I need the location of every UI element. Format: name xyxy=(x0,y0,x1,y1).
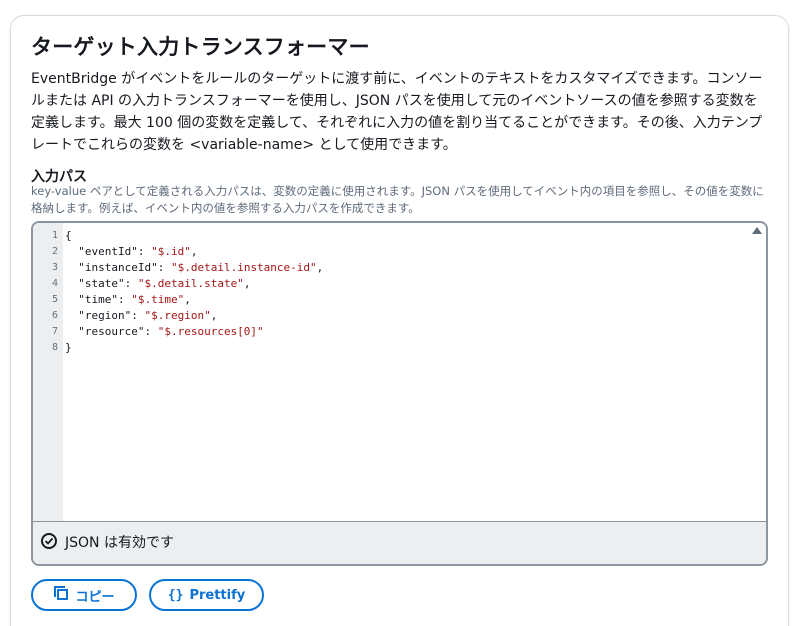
scroll-up-icon[interactable] xyxy=(752,227,762,234)
braces-icon: {} xyxy=(167,587,184,603)
line-number: 8 xyxy=(51,342,58,353)
prettify-button[interactable]: {} Prettify xyxy=(149,579,264,611)
copy-button-label: コピー xyxy=(75,589,115,605)
input-path-description: key-value ペアとして定義される入力パスは、変数の定義に使用されます。J… xyxy=(31,184,764,215)
input-transformer-card: ターゲット入力トランスフォーマー EventBridge がイベントをルールのタ… xyxy=(10,15,789,626)
validation-status-bar: JSON は有効です xyxy=(33,521,766,564)
line-number: 6 xyxy=(51,310,58,321)
line-number: 3 xyxy=(51,262,58,273)
validation-status-text: JSON は有効です xyxy=(65,535,174,551)
line-number: 2 xyxy=(51,246,58,257)
check-circle-icon xyxy=(41,533,57,549)
code-line: "state": "$.detail.state", xyxy=(65,277,251,290)
line-number: 1 xyxy=(51,230,58,241)
copy-button[interactable]: コピー xyxy=(31,579,137,611)
code-line: "time": "$.time", xyxy=(65,293,191,306)
code-line: { xyxy=(65,229,72,242)
code-line: "instanceId": "$.detail.instance-id", xyxy=(65,261,324,274)
code-line: "eventId": "$.id", xyxy=(65,245,198,258)
line-number: 5 xyxy=(51,294,58,305)
copy-icon xyxy=(53,585,69,605)
code-area[interactable]: { "eventId": "$.id", "instanceId": "$.de… xyxy=(63,223,766,521)
line-number: 7 xyxy=(51,326,58,337)
line-number-gutter: 1 2 3 4 5 6 7 8 xyxy=(33,223,63,521)
code-line: "resource": "$.resources[0]" xyxy=(65,325,264,338)
line-number: 4 xyxy=(51,278,58,289)
code-line: "region": "$.region", xyxy=(65,309,218,322)
code-line: } xyxy=(65,341,72,354)
prettify-button-label: Prettify xyxy=(189,587,246,603)
section-description: EventBridge がイベントをルールのターゲットに渡す前に、イベントのテキ… xyxy=(31,71,763,153)
code-editor[interactable]: 1 2 3 4 5 6 7 8 { "eventId": "$.id", "instanceI… xyxy=(31,221,768,566)
section-title: ターゲット入力トランスフォーマー xyxy=(31,35,370,59)
